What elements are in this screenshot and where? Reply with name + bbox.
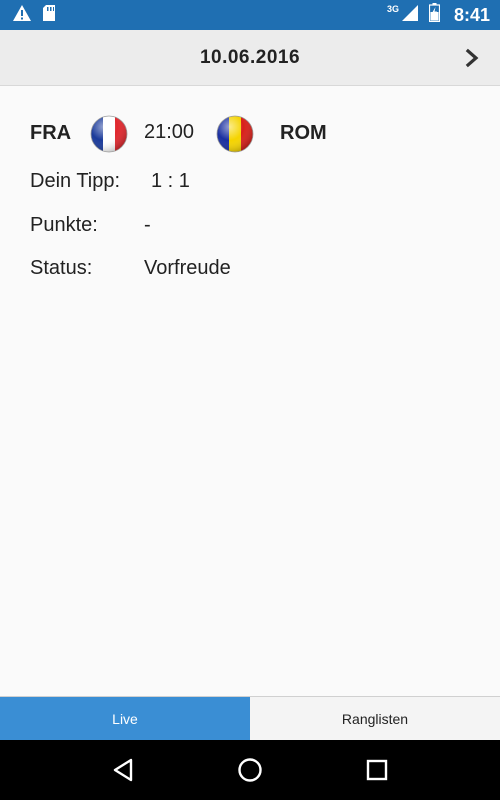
- signal-icon: [401, 4, 419, 27]
- points-value: -: [144, 214, 151, 236]
- next-day-button[interactable]: [460, 45, 484, 71]
- points-label: Punkte:: [30, 214, 98, 236]
- recents-button[interactable]: [357, 750, 397, 790]
- tab-bar: Live Ranglisten: [0, 696, 500, 741]
- tip-label: Dein Tipp:: [30, 170, 121, 192]
- home-icon: [238, 758, 262, 782]
- warning-icon: [12, 4, 32, 27]
- sd-card-icon: [42, 4, 56, 27]
- tip-value: 1 : 1: [151, 170, 190, 192]
- away-team: ROM: [280, 122, 327, 144]
- recents-icon: [366, 759, 387, 781]
- tab-live[interactable]: Live: [0, 697, 250, 741]
- tab-live-label: Live: [112, 711, 138, 727]
- chevron-right-icon: [465, 48, 479, 68]
- status-label: Status:: [30, 257, 93, 279]
- france-flag-icon: [90, 115, 128, 153]
- match-row[interactable]: FRA 21:00 ROM: [30, 114, 470, 156]
- navigation-bar: [0, 740, 500, 800]
- date-header: 10.06.2016: [0, 30, 500, 86]
- status-bar: 3G 8:41: [0, 0, 500, 30]
- back-icon: [114, 758, 133, 782]
- network-type: 3G: [386, 4, 399, 14]
- tab-ranglisten[interactable]: Ranglisten: [250, 697, 500, 741]
- match-detail: FRA 21:00 ROM Dein Tipp: 1: 1 Punkte: -…: [0, 86, 500, 696]
- clock: 8:41: [453, 4, 490, 25]
- kickoff-time: 21:00: [144, 121, 195, 143]
- back-button[interactable]: [103, 750, 143, 790]
- tab-ranglisten-label: Ranglisten: [341, 711, 409, 727]
- romania-flag-icon: [216, 115, 254, 153]
- home-team: FRA: [30, 122, 72, 144]
- home-button[interactable]: [230, 750, 270, 790]
- battery-icon: [428, 3, 441, 27]
- status-value: Vorfreude: [144, 257, 231, 279]
- date-title: 10.06.2016: [199, 46, 301, 68]
